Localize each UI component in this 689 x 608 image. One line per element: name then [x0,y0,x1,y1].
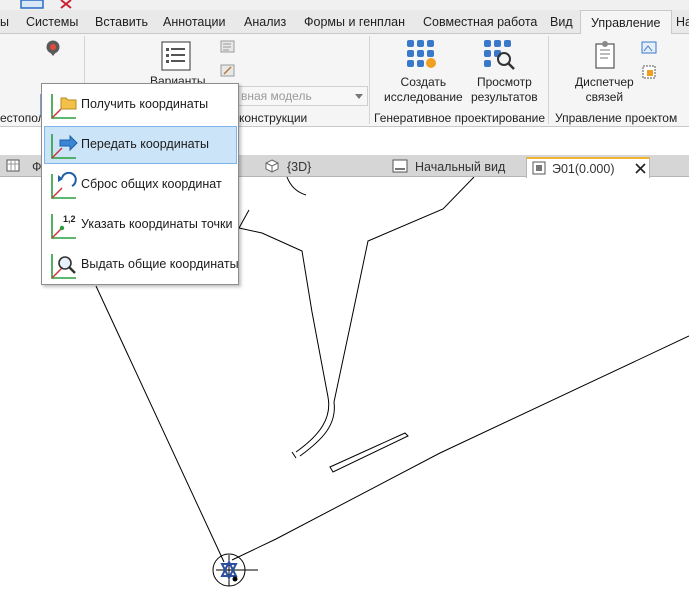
tab-analyze[interactable]: Анализ [244,10,286,34]
sheet-view-icon [392,159,408,173]
publish-coordinates-icon [51,134,78,159]
specify-point-coordinates-icon: 1,2 [51,214,76,239]
svg-text:1,2: 1,2 [63,214,76,224]
boundary-line-north [333,177,475,403]
menu-item-specify-point-coordinates[interactable]: 1,2 Указать координаты точки [44,206,237,244]
tab-systems[interactable]: Системы [26,10,78,34]
add-to-set-icon[interactable] [220,40,236,54]
view-tab-3d[interactable]: {3D} [287,157,311,177]
view-tab-starting-view[interactable]: Начальный вид [415,157,505,177]
path-strip [329,432,409,473]
design-option-select-value: вная модель [241,89,312,103]
close-icon[interactable] [635,163,646,174]
create-study-icon[interactable] [405,38,439,70]
manage-links-label-line2: связей [585,90,624,104]
panel-title-location: естопол [0,111,45,125]
close-file-icon[interactable] [58,0,74,9]
reset-shared-coordinates-icon [51,172,77,199]
menu-item-report-shared-coordinates[interactable]: Выдать общие координаты [44,246,239,284]
road-line-left [238,209,330,453]
ribbon-tab-bar: ы Системы Вставить Аннотации Анализ Форм… [0,10,689,35]
menu-item-label: Сброс общих координат [81,177,222,191]
tab-view[interactable]: Вид [550,10,573,34]
tab-collaborate[interactable]: Совместная работа [423,10,537,34]
panel-title-design-options: конструкции [239,111,308,125]
manage-images-icon[interactable] [641,40,659,56]
view-results-label[interactable]: Просмотр результатов [471,75,538,105]
create-study-label-line1: Создать [400,75,447,89]
3d-view-icon [265,159,279,173]
road-end-tick [291,451,297,459]
tab-next-partial[interactable]: На [676,10,689,34]
road-line-right [299,401,335,457]
tab-partial[interactable]: ы [0,10,9,34]
design-options-icon[interactable] [160,40,192,72]
menu-item-label: Указать координаты точки [81,217,233,231]
tab-manage[interactable]: Управление [580,10,672,35]
panel-title-generative-design: Генеративное проектирование [374,111,546,125]
boundary-arc [286,177,307,196]
starting-view-icon[interactable] [641,64,659,80]
manage-links-label-line1: Диспетчер [575,75,634,89]
chevron-down-icon [355,94,363,99]
view-results-label-line2: результатов [471,90,538,104]
create-study-label-line2: исследование [384,90,463,104]
design-option-select[interactable]: вная модель [238,86,368,106]
quick-access-toolbar [0,0,689,10]
view-results-label-line1: Просмотр [476,75,532,89]
pick-to-edit-icon[interactable] [220,64,236,78]
panel-title-manage-project: Управление проектом [555,111,678,125]
menu-item-reset-shared-coordinates[interactable]: Сброс общих координат [44,166,237,204]
menu-item-label: Передать координаты [81,137,209,151]
view-results-icon[interactable] [482,38,516,70]
boundary-line-west [95,285,225,563]
report-shared-coordinates-icon [51,254,76,279]
quick-access-icon[interactable] [20,0,44,9]
menu-item-acquire-coordinates[interactable]: Получить координаты [44,86,237,124]
panel-separator [548,36,549,124]
menu-item-label: Получить координаты [81,97,209,111]
menu-item-publish-coordinates[interactable]: Передать координаты [44,126,237,164]
plan-view-icon [532,161,546,175]
coordinates-menu: Получить координаты Передать координаты … [41,83,239,285]
acquire-coordinates-icon [51,94,77,119]
floor-plan-icon [6,159,20,172]
create-study-label[interactable]: Создать исследование [384,75,463,105]
panel-separator [369,36,370,124]
tab-insert[interactable]: Вставить [95,10,148,34]
boundary-line-south [231,335,689,561]
tab-massing-site[interactable]: Формы и генплан [304,10,405,34]
manage-links-label[interactable]: Диспетчер связей [575,75,634,105]
manage-links-icon[interactable] [590,40,620,72]
tab-annotate[interactable]: Аннотации [163,10,225,34]
view-tab-active[interactable]: Э01(0.000) [526,157,650,178]
location-pin-icon[interactable] [44,39,62,57]
view-tab-active-label: Э01(0.000) [552,162,615,176]
menu-item-label: Выдать общие координаты [81,257,239,271]
